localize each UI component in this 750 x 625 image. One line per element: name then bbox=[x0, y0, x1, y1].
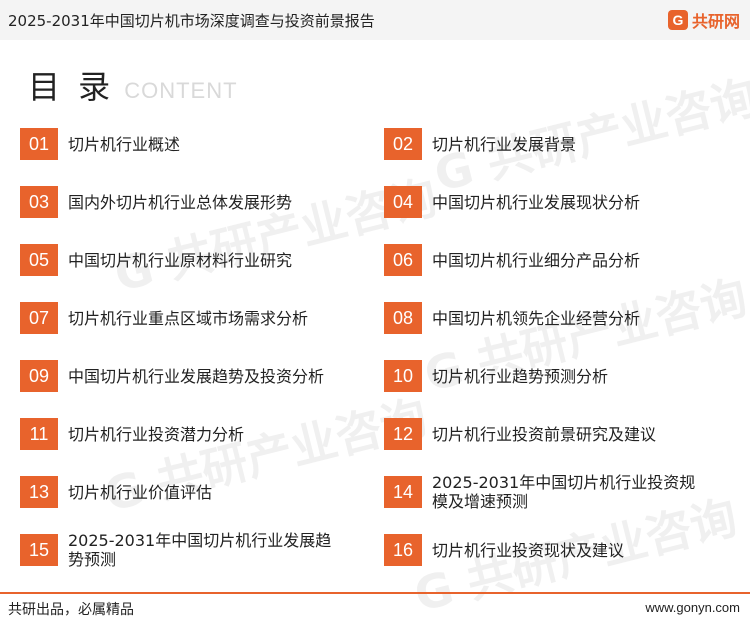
toc-label: 切片机行业发展背景 bbox=[432, 134, 577, 154]
contents-title-en: CONTENT bbox=[124, 78, 238, 103]
toc-item-11[interactable]: 11 切片机行业投资潜力分析 bbox=[20, 414, 338, 454]
report-title: 2025-2031年中国切片机市场深度调查与投资前景报告 bbox=[8, 12, 375, 30]
toc-item-04[interactable]: 04 中国切片机行业发展现状分析 bbox=[384, 182, 702, 222]
toc-number-badge: 08 bbox=[384, 302, 422, 334]
toc-label: 切片机行业趋势预测分析 bbox=[432, 366, 609, 386]
contents-title-cn: 目 录 bbox=[28, 68, 115, 106]
toc-item-02[interactable]: 02 切片机行业发展背景 bbox=[384, 124, 702, 164]
footer-website-link[interactable]: www.gonyn.com bbox=[645, 600, 740, 615]
toc-label: 切片机行业投资潜力分析 bbox=[68, 424, 245, 444]
brand-logo: G 共研网 bbox=[667, 8, 740, 32]
toc-label: 国内外切片机行业总体发展形势 bbox=[68, 192, 293, 212]
toc-item-14[interactable]: 14 2025-2031年中国切片机行业投资规模及增速预测 bbox=[384, 472, 702, 512]
toc-label: 中国切片机行业细分产品分析 bbox=[432, 250, 641, 270]
toc-number-badge: 15 bbox=[20, 534, 58, 566]
toc-number-badge: 04 bbox=[384, 186, 422, 218]
toc-number-badge: 12 bbox=[384, 418, 422, 450]
toc-item-15[interactable]: 15 2025-2031年中国切片机行业发展趋势预测 bbox=[20, 530, 338, 570]
toc-item-08[interactable]: 08 中国切片机领先企业经营分析 bbox=[384, 298, 702, 338]
toc-label: 切片机行业投资现状及建议 bbox=[432, 540, 625, 560]
contents-heading: 目 录 CONTENT bbox=[28, 62, 238, 108]
toc-item-12[interactable]: 12 切片机行业投资前景研究及建议 bbox=[384, 414, 702, 454]
header-bar: 2025-2031年中国切片机市场深度调查与投资前景报告 G 共研网 bbox=[0, 0, 750, 40]
toc-label: 2025-2031年中国切片机行业发展趋势预测 bbox=[68, 531, 332, 569]
toc-number-badge: 14 bbox=[384, 476, 422, 508]
toc-number-badge: 01 bbox=[20, 128, 58, 160]
toc-label: 切片机行业投资前景研究及建议 bbox=[432, 424, 657, 444]
toc-number-badge: 06 bbox=[384, 244, 422, 276]
toc-number-badge: 07 bbox=[20, 302, 58, 334]
toc-label: 中国切片机行业原材料行业研究 bbox=[68, 250, 293, 270]
toc-item-13[interactable]: 13 切片机行业价值评估 bbox=[20, 472, 338, 512]
toc-label: 切片机行业价值评估 bbox=[68, 482, 213, 502]
logo-icon: G bbox=[667, 10, 688, 30]
logo-text: 共研网 bbox=[691, 12, 740, 31]
toc-item-09[interactable]: 09 中国切片机行业发展趋势及投资分析 bbox=[20, 356, 338, 396]
toc-number-badge: 09 bbox=[20, 360, 58, 392]
toc-item-03[interactable]: 03 国内外切片机行业总体发展形势 bbox=[20, 182, 338, 222]
toc-number-badge: 05 bbox=[20, 244, 58, 276]
footer-slogan: 共研出品，必属精品 bbox=[8, 602, 134, 618]
toc-item-07[interactable]: 07 切片机行业重点区域市场需求分析 bbox=[20, 298, 338, 338]
toc-label: 2025-2031年中国切片机行业投资规模及增速预测 bbox=[432, 473, 696, 511]
toc-label: 中国切片机行业发展趋势及投资分析 bbox=[68, 366, 325, 386]
toc-label: 切片机行业概述 bbox=[68, 134, 181, 154]
toc-item-01[interactable]: 01 切片机行业概述 bbox=[20, 124, 338, 164]
toc-number-badge: 02 bbox=[384, 128, 422, 160]
toc-number-badge: 13 bbox=[20, 476, 58, 508]
footer-divider bbox=[0, 592, 750, 594]
toc-label: 切片机行业重点区域市场需求分析 bbox=[68, 308, 309, 328]
toc-number-badge: 11 bbox=[20, 418, 58, 450]
toc-item-16[interactable]: 16 切片机行业投资现状及建议 bbox=[384, 530, 702, 570]
toc-number-badge: 16 bbox=[384, 534, 422, 566]
toc-label: 中国切片机行业发展现状分析 bbox=[432, 192, 641, 212]
toc-number-badge: 10 bbox=[384, 360, 422, 392]
toc-item-05[interactable]: 05 中国切片机行业原材料行业研究 bbox=[20, 240, 338, 280]
toc-number-badge: 03 bbox=[20, 186, 58, 218]
toc-item-06[interactable]: 06 中国切片机行业细分产品分析 bbox=[384, 240, 702, 280]
toc-label: 中国切片机领先企业经营分析 bbox=[432, 308, 641, 328]
toc-item-10[interactable]: 10 切片机行业趋势预测分析 bbox=[384, 356, 702, 396]
